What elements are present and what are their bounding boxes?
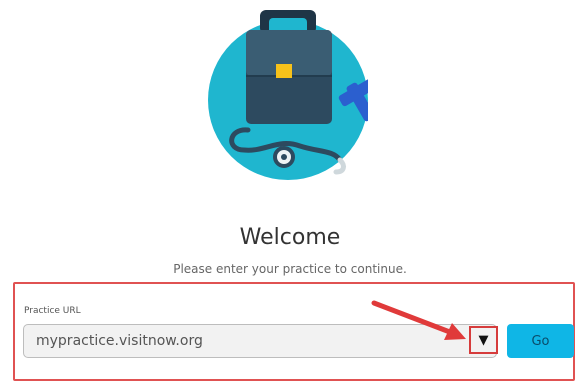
page-subtitle: Please enter your practice to continue. [173, 262, 407, 276]
bag-clasp [276, 64, 292, 78]
practice-url-value: mypractice.visitnow.org [36, 333, 203, 349]
practice-url-label: Practice URL [24, 306, 81, 316]
page-title: Welcome [239, 225, 341, 250]
url-dropdown-button[interactable]: ▼ [469, 326, 498, 354]
hero-illustration [208, 0, 368, 200]
practice-url-input[interactable]: mypractice.visitnow.org [23, 324, 497, 358]
medical-bag-stethoscope-illustration [208, 10, 368, 180]
chevron-down-icon: ▼ [478, 332, 489, 348]
go-button[interactable]: Go [507, 324, 574, 358]
